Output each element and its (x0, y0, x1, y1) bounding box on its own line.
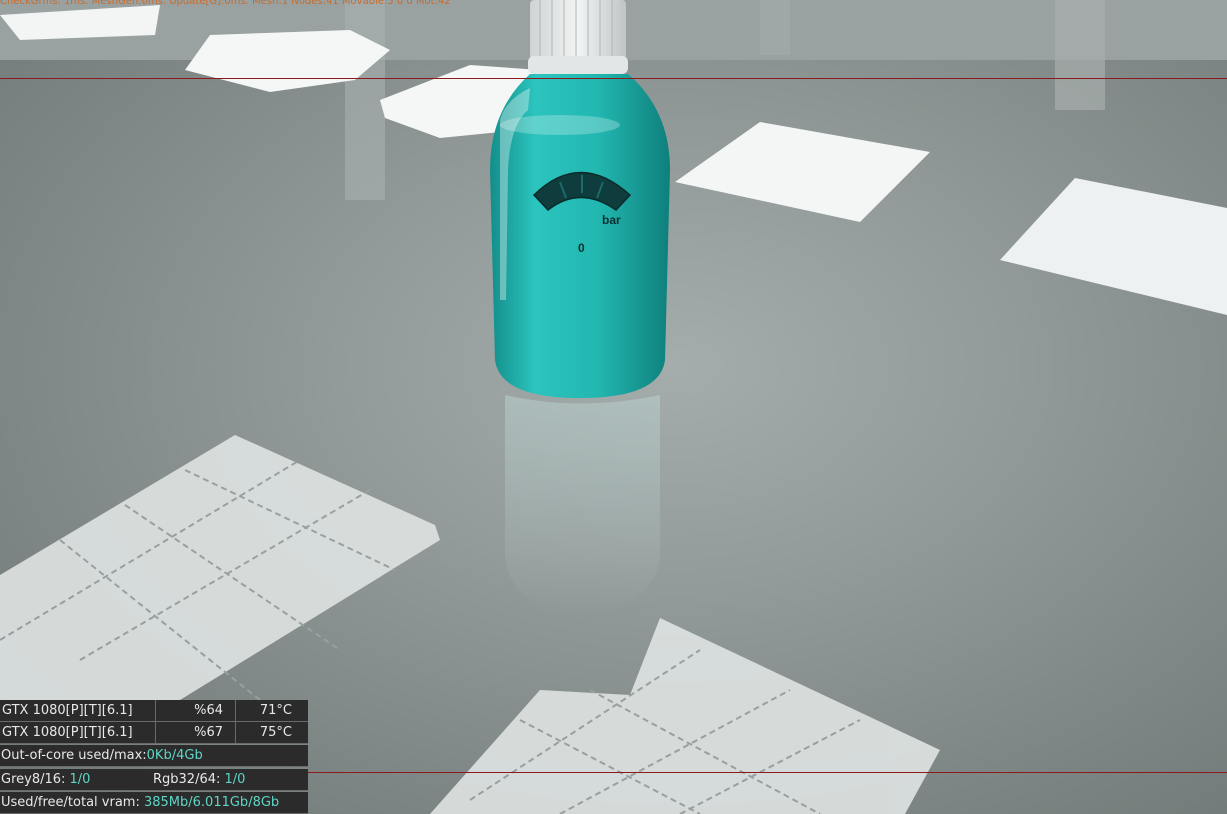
vram-total: 8Gb (252, 795, 280, 810)
bottle-shoulder-glare (500, 115, 620, 135)
pillar-center (760, 0, 790, 55)
grey-texture-value: 1/0 (69, 772, 91, 787)
gpu-name: GTX 1080[P][T][6.1] (0, 722, 156, 744)
vram-label: Used/free/total vram: (1, 795, 144, 810)
render-viewport[interactable]: bar 0 CheckGrms: 1ms. MeshGen:0ms. Updat… (0, 0, 1227, 814)
bottle-neck-ring (528, 56, 628, 74)
gpu-load: %64 (156, 700, 236, 722)
rgb-texture-value: 1/0 (224, 772, 246, 787)
pillar-left (345, 0, 385, 200)
vram-row: Used/free/total vram: 385Mb/6.011Gb/8Gb (0, 792, 308, 814)
light-patch-5 (1000, 178, 1227, 315)
bottle-reflection (505, 395, 660, 615)
out-of-core-label: Out-of-core used/max: (1, 748, 147, 763)
gpu-temperature: 75°C (259, 725, 292, 740)
vram-free: 6.011Gb (192, 795, 249, 810)
grey-texture-count: Grey8/16: 1/0 (1, 769, 90, 791)
gpu-row: GTX 1080[P][T][6.1] %67 75°C (0, 722, 308, 744)
grey-texture-label: Grey8/16: (1, 772, 70, 787)
out-of-core-row: Out-of-core used/max:0Kb/4Gb (0, 745, 308, 767)
region-guide-top[interactable] (0, 78, 1227, 79)
rgb-texture-label: Rgb32/64: (153, 772, 225, 787)
vram-used: 385Mb (143, 795, 189, 810)
render-stats-line: CheckGrms: 1ms. MeshGen:0ms. Update[G]:0… (0, 0, 451, 7)
out-of-core-used: 0Kb (146, 748, 172, 763)
gpu-row: GTX 1080[P][T][6.1] %64 71°C (0, 700, 308, 722)
gauge-zero-mark: 0 (578, 241, 585, 255)
gauge-unit-label: bar (602, 213, 621, 227)
pillar-right (1055, 0, 1105, 110)
floor-window-right (430, 618, 940, 814)
gpu-stats-hud: GTX 1080[P][T][6.1] %64 71°C GTX 1080[P]… (0, 700, 308, 814)
out-of-core-max: 4Gb (176, 748, 203, 763)
render-scene: bar 0 (0, 0, 1227, 814)
gpu-name: GTX 1080[P][T][6.1] (0, 700, 156, 722)
texture-count-row: Grey8/16: 1/0 Rgb32/64: 1/0 (0, 769, 308, 791)
gpu-temperature: 71°C (259, 703, 292, 718)
gpu-load: %67 (156, 722, 236, 744)
light-patch-4 (675, 122, 930, 222)
floor-window-left (0, 435, 440, 701)
rgb-texture-count: Rgb32/64: 1/0 (153, 769, 245, 791)
